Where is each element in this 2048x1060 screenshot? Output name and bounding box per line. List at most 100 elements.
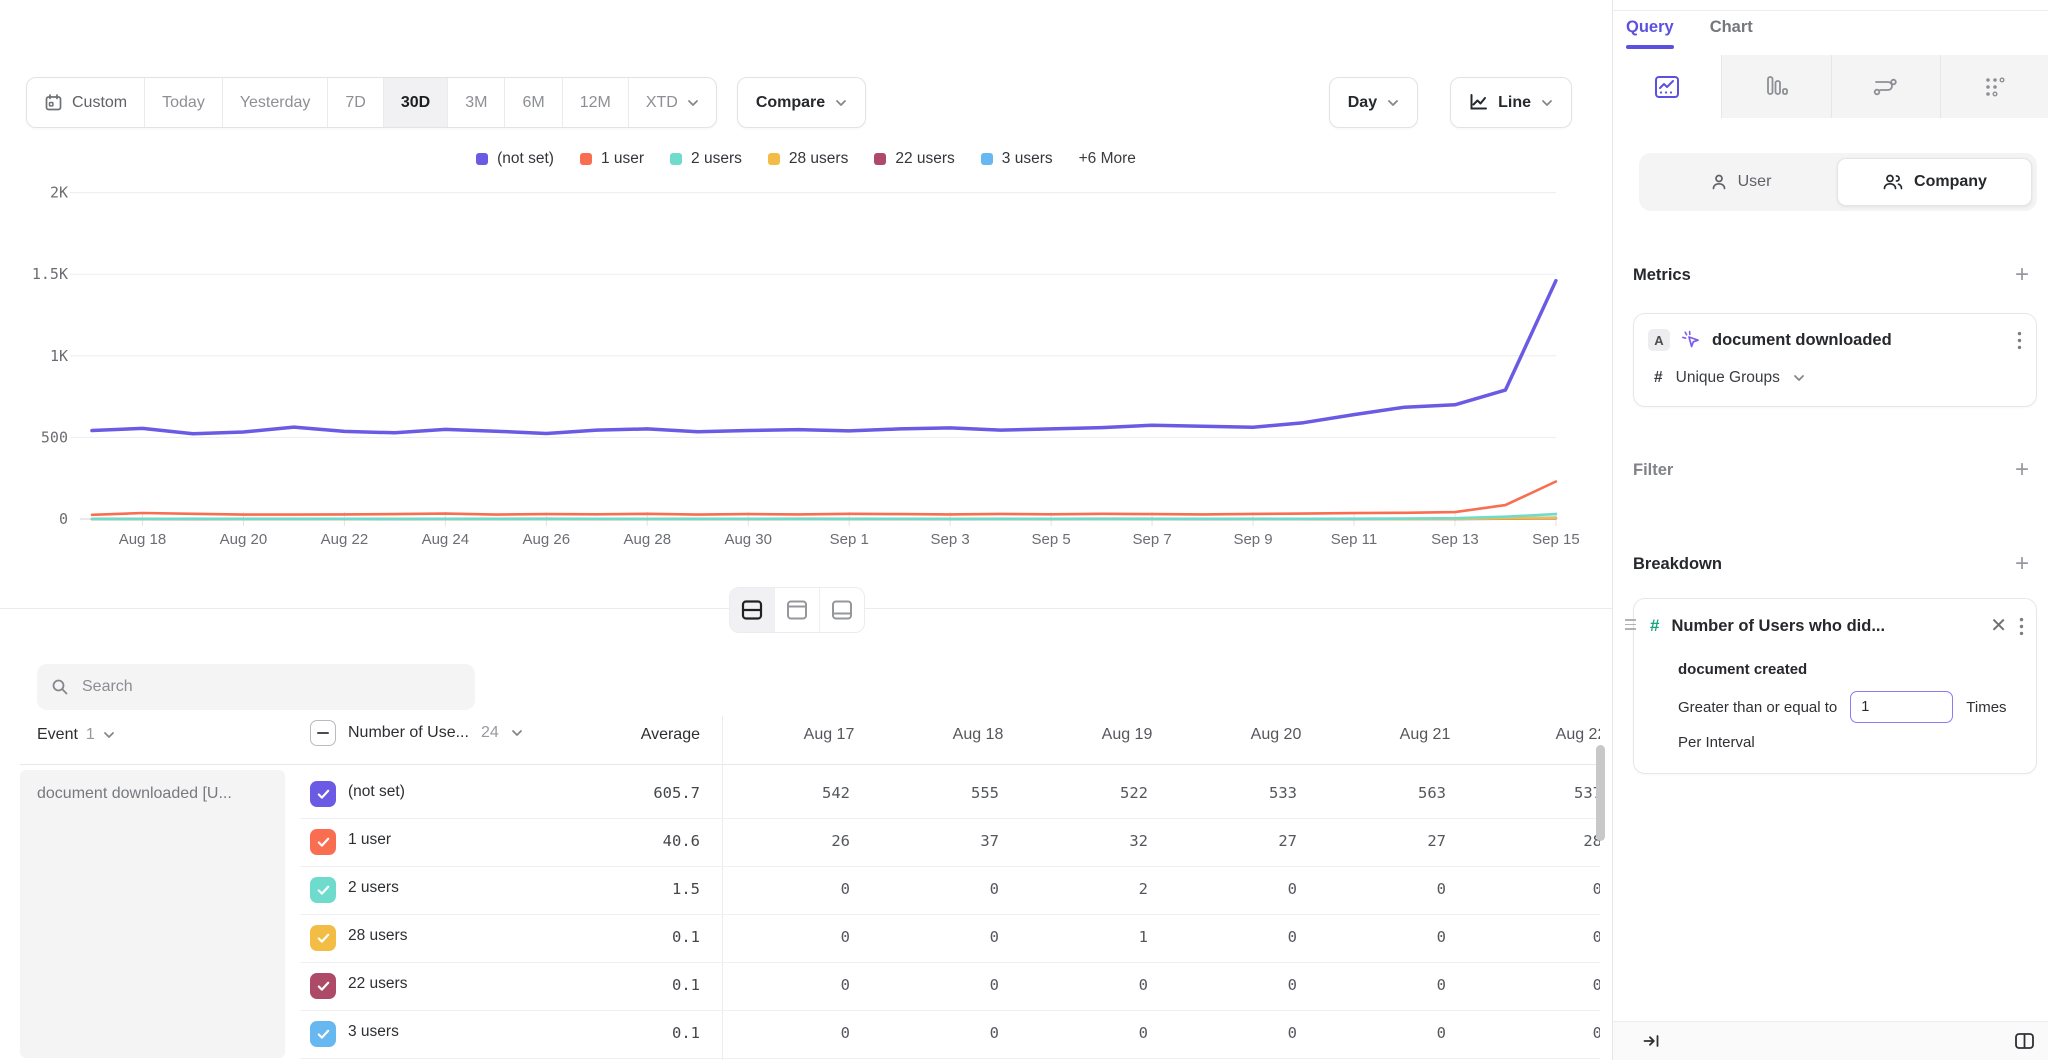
range-7d[interactable]: 7D [327, 78, 382, 127]
kebab-menu-icon[interactable] [2017, 331, 2022, 350]
toolbar-right: Day Line [1329, 77, 1572, 128]
measure-selector[interactable]: # Unique Groups [1654, 369, 1805, 387]
add-breakdown-button[interactable]: + [2015, 552, 2029, 576]
chart-type-tabs [1613, 55, 2048, 118]
row-value: 28 [1506, 832, 1600, 850]
search-input[interactable] [80, 677, 461, 697]
vertical-scrollbar[interactable] [1596, 745, 1605, 841]
compare-button[interactable]: Compare [737, 77, 866, 128]
x-axis-tick: Aug 26 [523, 531, 571, 548]
numeric-property-icon: # [1650, 616, 1659, 636]
range-12m[interactable]: 12M [562, 78, 628, 127]
x-axis-tick: Sep 3 [931, 531, 970, 548]
range-30d[interactable]: 30D [383, 78, 447, 127]
row-checkbox[interactable] [310, 829, 336, 855]
row-value: 0 [1350, 976, 1499, 994]
series-line[interactable] [92, 281, 1556, 434]
x-axis-tick: Sep 1 [830, 531, 869, 548]
layout-bottom-button[interactable] [819, 588, 864, 632]
row-value: 0 [1350, 928, 1499, 946]
event-cell[interactable]: document downloaded [U... [20, 770, 285, 1058]
add-filter-button[interactable]: + [2015, 458, 2029, 482]
row-value: 0 [754, 928, 903, 946]
measure-label: Unique Groups [1676, 369, 1780, 387]
row-checkbox[interactable] [310, 781, 336, 807]
chart-toolbar: Custom TodayYesterday7D30D 3M 6M12MXTD Comp… [26, 78, 1572, 127]
event-column-header[interactable]: Event 1 [37, 726, 115, 744]
metric-card[interactable]: A document downloaded # Unique Groups [1633, 313, 2037, 407]
search-icon [51, 678, 69, 696]
range-label: Custom [72, 94, 127, 112]
line-chart[interactable]: 05001K1.5K2KAug 18Aug 20Aug 22Aug 24Aug … [0, 130, 1612, 560]
scope-company-option[interactable]: Company [1837, 158, 2032, 206]
collapse-panel-icon[interactable] [1643, 1033, 1660, 1049]
date-column-header: Aug 20 [1201, 726, 1351, 744]
x-axis-tick: Aug 30 [724, 531, 772, 548]
row-value: 26 [754, 832, 903, 850]
breakdown-event-name[interactable]: document created [1678, 661, 1807, 678]
row-label: (not set) [348, 783, 405, 801]
row-value: 0 [903, 976, 1052, 994]
table-row: (not set)605.7542555522533563537 [300, 770, 1600, 819]
range-today[interactable]: Today [144, 78, 222, 127]
chevron-down-icon [835, 99, 847, 107]
user-icon [1710, 173, 1728, 191]
row-value: 0 [1506, 880, 1600, 898]
line-chart-icon [1653, 74, 1681, 100]
layout-top-button[interactable] [774, 588, 819, 632]
metric-name[interactable]: document downloaded [1712, 331, 1892, 350]
select-all-checkbox[interactable] [310, 720, 336, 746]
row-average: 0.1 [550, 928, 700, 946]
tab-flow[interactable] [1831, 55, 1940, 118]
tab-chart[interactable]: Chart [1710, 18, 1753, 49]
chart-type-button[interactable]: Line [1450, 77, 1572, 128]
interval-button[interactable]: Day [1329, 77, 1418, 128]
x-axis-tick: Sep 9 [1233, 531, 1272, 548]
range-6m[interactable]: 6M [504, 78, 561, 127]
layout-top-icon [785, 599, 809, 621]
search-box[interactable] [37, 664, 475, 710]
row-value: 27 [1201, 832, 1350, 850]
threshold-input[interactable] [1850, 691, 1953, 723]
group-column-header[interactable]: Number of Use... 24 [310, 720, 523, 746]
event-cursor-icon [1681, 330, 1701, 350]
measure-prefix: # [1654, 369, 1663, 387]
kebab-menu-icon[interactable] [2019, 617, 2024, 636]
row-checkbox[interactable] [310, 973, 336, 999]
row-average: 605.7 [550, 784, 700, 802]
y-axis-tick: 1.5K [32, 265, 68, 283]
tab-bar-chart[interactable] [1721, 55, 1830, 118]
row-checkbox[interactable] [310, 925, 336, 951]
layout-split-button[interactable] [730, 588, 774, 632]
range-3m[interactable]: 3M [447, 78, 504, 127]
chevron-down-icon [1793, 374, 1805, 382]
row-checkbox[interactable] [310, 877, 336, 903]
add-metric-button[interactable]: + [2015, 263, 2029, 287]
range-custom[interactable]: Custom [27, 78, 144, 127]
date-column-header: Aug 22 [1506, 726, 1600, 744]
scope-user-label: User [1738, 173, 1772, 191]
row-checkbox[interactable] [310, 1021, 336, 1047]
breakdown-title[interactable]: Number of Users who did... [1671, 617, 1885, 636]
row-value: 0 [903, 1024, 1052, 1042]
y-axis-tick: 0 [59, 510, 68, 528]
tab-dots-grid[interactable] [1940, 55, 2048, 118]
chevron-down-icon [511, 729, 523, 737]
scope-user-option[interactable]: User [1644, 158, 1837, 206]
range-label: 3M [465, 94, 487, 112]
table-row: 28 users0.1001000 [300, 914, 1600, 963]
split-view-icon[interactable] [2014, 1032, 2035, 1050]
drag-handle-icon[interactable] [1625, 619, 1636, 630]
range-yesterday[interactable]: Yesterday [222, 78, 328, 127]
range-xtd[interactable]: XTD [628, 78, 716, 127]
x-axis-tick: Sep 7 [1132, 531, 1171, 548]
tab-line-chart[interactable] [1613, 55, 1721, 118]
series-line[interactable] [92, 482, 1556, 515]
breakdown-card[interactable]: # Number of Users who did... ✕ document … [1633, 598, 2037, 774]
flow-icon [1871, 74, 1901, 100]
row-value: 0 [903, 928, 1052, 946]
close-icon[interactable]: ✕ [1990, 616, 2007, 636]
layout-toggle [729, 587, 865, 633]
tab-query[interactable]: Query [1626, 18, 1674, 49]
per-interval-label: Per Interval [1678, 734, 1755, 751]
